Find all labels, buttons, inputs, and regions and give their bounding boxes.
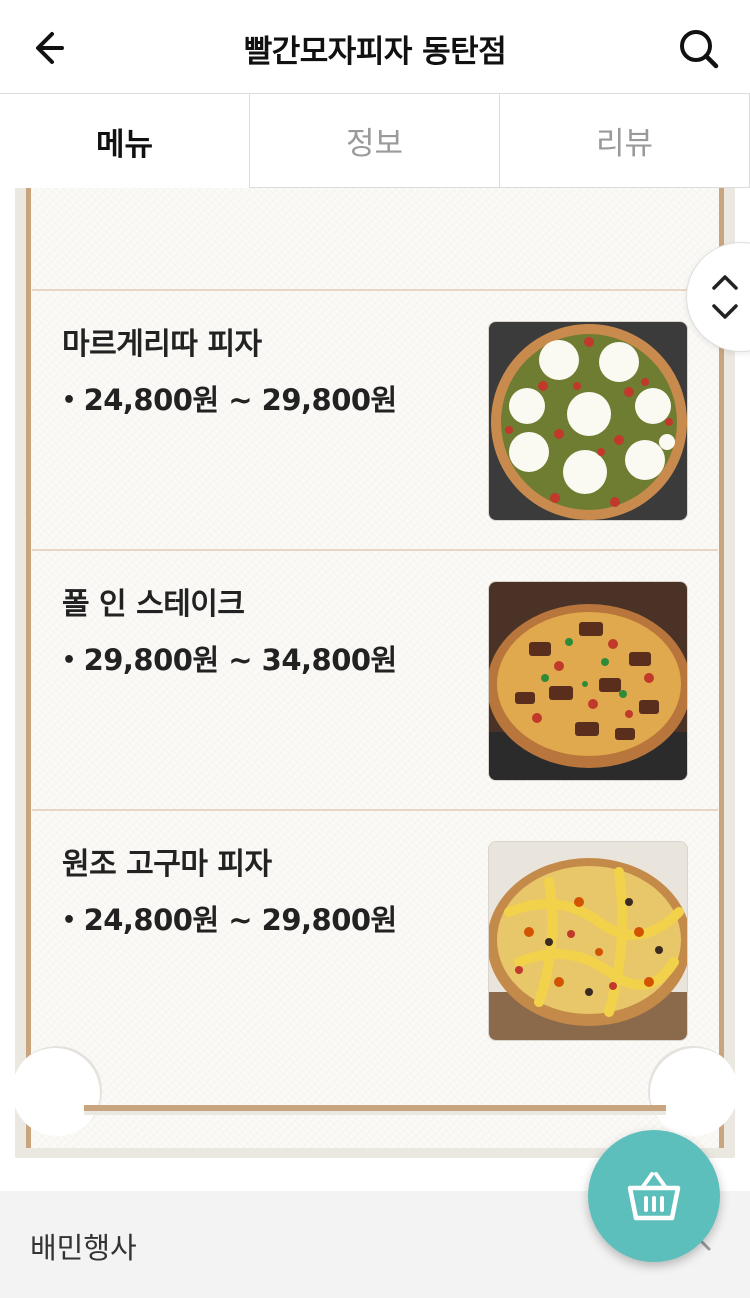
price-bullet: • bbox=[62, 908, 76, 933]
tab-bar: 메뉴 정보 리뷰 bbox=[0, 94, 750, 188]
board-bottom-edge bbox=[84, 1105, 666, 1115]
menu-item-fall-in-steak[interactable]: 폴 인 스테이크 • 29,800원 ~ 34,800원 bbox=[32, 549, 718, 809]
search-icon bbox=[680, 30, 719, 69]
price-bullet: • bbox=[62, 388, 76, 413]
margherita-pizza-photo[interactable] bbox=[488, 321, 688, 521]
board-corner-right bbox=[648, 1046, 738, 1136]
menu-item-name: 원조 고구마 피자 bbox=[62, 847, 272, 882]
price-range: 24,800원 ~ 29,800원 bbox=[83, 903, 398, 937]
menu-item-price: • 24,800원 ~ 29,800원 bbox=[62, 897, 397, 939]
menu-item-name: 폴 인 스테이크 bbox=[62, 587, 245, 622]
arrow-left-icon bbox=[36, 32, 64, 64]
menu-item-price: • 29,800원 ~ 34,800원 bbox=[62, 637, 397, 679]
page: 빨간모자피자 동탄점 메뉴 정보 리뷰 마르게리따 피자 • 24,800원 ~… bbox=[0, 0, 750, 1298]
menu-item-price: • 24,800원 ~ 29,800원 bbox=[62, 377, 397, 419]
menu-item-margherita[interactable]: 마르게리따 피자 • 24,800원 ~ 29,800원 bbox=[32, 289, 718, 549]
steak-pizza-photo[interactable] bbox=[488, 581, 688, 781]
top-app-bar: 빨간모자피자 동탄점 bbox=[0, 0, 750, 94]
scroll-toggle-button[interactable] bbox=[686, 242, 750, 352]
tab-menu[interactable]: 메뉴 bbox=[0, 94, 249, 188]
menu-board: 마르게리따 피자 • 24,800원 ~ 29,800원 폴 인 스테이크 • … bbox=[0, 188, 750, 1191]
board-corner-left bbox=[12, 1046, 102, 1136]
tab-reviews[interactable]: 리뷰 bbox=[499, 94, 750, 188]
page-title: 빨간모자피자 동탄점 bbox=[243, 34, 507, 70]
menu-item-sweet-potato[interactable]: 원조 고구마 피자 • 24,800원 ~ 29,800원 bbox=[32, 809, 718, 1069]
tab-info[interactable]: 정보 bbox=[249, 94, 499, 188]
back-button[interactable] bbox=[28, 24, 80, 72]
basket-icon bbox=[627, 1172, 681, 1221]
bottom-bar-label: 배민행사 bbox=[30, 1231, 137, 1265]
chevron-up-down-icon bbox=[712, 275, 738, 319]
price-range: 29,800원 ~ 34,800원 bbox=[83, 643, 398, 677]
menu-item-name: 마르게리따 피자 bbox=[62, 327, 262, 362]
price-bullet: • bbox=[62, 648, 76, 673]
cart-button[interactable] bbox=[588, 1130, 720, 1262]
price-range: 24,800원 ~ 29,800원 bbox=[83, 383, 398, 417]
sweet-potato-pizza-photo[interactable] bbox=[488, 841, 688, 1041]
search-button[interactable] bbox=[672, 22, 726, 76]
